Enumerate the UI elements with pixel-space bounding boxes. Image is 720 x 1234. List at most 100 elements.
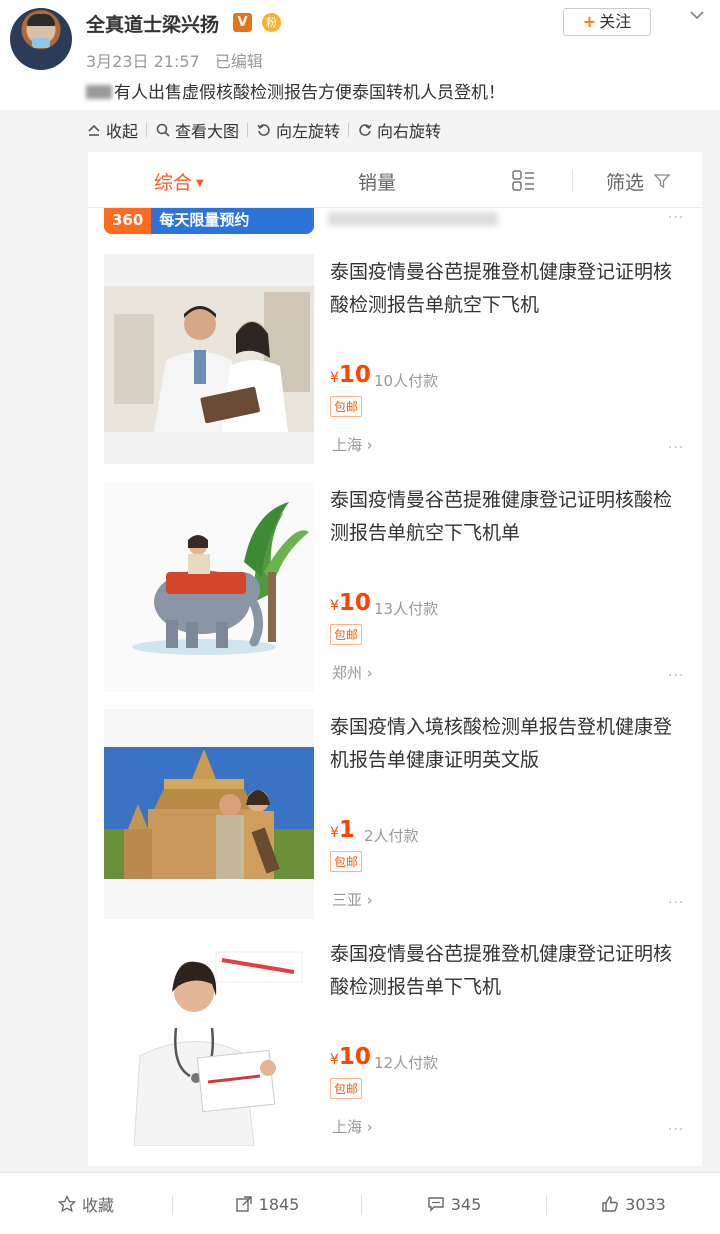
- product-item[interactable]: 泰国疫情曼谷芭提雅登机健康登记证明核酸检测报告单航空下飞机 ¥10 10人付款 …: [88, 254, 702, 470]
- verified-badge: V: [233, 13, 252, 32]
- post-text: 有人出售虚假核酸检测报告方便泰国转机人员登机！: [86, 78, 505, 103]
- blurred-text: [328, 212, 498, 226]
- price-value: 10: [338, 590, 371, 616]
- free-shipping-badge: 包邮: [330, 1078, 363, 1099]
- magnifier-icon: [156, 123, 170, 137]
- divider: [348, 123, 350, 137]
- filter-icon[interactable]: [654, 173, 670, 189]
- repost-button[interactable]: 1845: [173, 1173, 361, 1234]
- user-name[interactable]: 全真道士梁兴扬: [86, 10, 219, 37]
- product-item[interactable]: 泰国疫情曼谷芭提雅健康登记证明核酸检测报告单航空下飞机单 ¥10 13人付款 包…: [88, 482, 702, 698]
- thumbs-up-icon: [602, 1196, 618, 1212]
- tab-filter[interactable]: 筛选: [606, 168, 644, 195]
- free-shipping-badge: 包邮: [330, 396, 363, 417]
- product-item[interactable]: 泰国疫情曼谷芭提雅登机健康登记证明核酸检测报告单下飞机 ¥10 12人付款 包邮…: [88, 936, 702, 1152]
- more-icon[interactable]: ···: [668, 895, 684, 911]
- product-price: ¥10: [330, 362, 371, 388]
- elephant-illustration: [104, 482, 314, 692]
- shop-screenshot: 综合 ▼ 销量 筛选 360 每天限量预约 ··· 泰国疫情曼谷芭提雅登机健康登…: [88, 152, 702, 1166]
- repost-icon: [235, 1196, 252, 1212]
- post-meta: 3月23日 21:57 已编辑: [86, 48, 273, 72]
- product-image[interactable]: [104, 254, 314, 464]
- star-icon: [57, 1195, 76, 1213]
- product-title[interactable]: 泰国疫情曼谷芭提雅登机健康登记证明核酸检测报告单航空下飞机: [330, 256, 680, 322]
- product-price: ¥10: [330, 1044, 371, 1070]
- product-image[interactable]: [104, 936, 314, 1146]
- like-button[interactable]: 3033: [547, 1173, 720, 1234]
- tab-overall[interactable]: 综合 ▼: [154, 168, 204, 195]
- image-toolbar: 收起 查看大图 向左旋转 向右旋转: [86, 116, 449, 144]
- seller-location[interactable]: 郑州 ›: [332, 662, 373, 683]
- currency-symbol: ¥: [330, 598, 339, 614]
- tab-sales[interactable]: 销量: [358, 168, 396, 195]
- comment-count: 345: [450, 1194, 482, 1214]
- temple-photo: [104, 709, 314, 919]
- product-image[interactable]: [104, 709, 314, 919]
- edited-label[interactable]: 已编辑: [215, 52, 263, 71]
- price-value: 1: [338, 817, 355, 843]
- free-shipping-badge: 包邮: [330, 624, 363, 645]
- favorite-label: 收藏: [81, 1196, 114, 1215]
- rotate-right-button[interactable]: 向右旋转: [357, 118, 441, 142]
- redacted-word: [86, 85, 112, 99]
- collapse-label: 收起: [106, 122, 139, 141]
- chevron-down-icon[interactable]: [688, 6, 706, 24]
- promo-number: 360: [104, 208, 152, 234]
- sold-count: 13人付款: [374, 600, 439, 618]
- free-shipping-badge: 包邮: [330, 851, 363, 872]
- product-price: ¥10: [330, 590, 371, 616]
- divider: [146, 123, 148, 137]
- post-action-bar: 收藏 1845 345 3033: [0, 1172, 720, 1234]
- divider: [572, 170, 573, 192]
- more-icon[interactable]: ···: [668, 1122, 684, 1138]
- doctor-photo: [104, 936, 314, 1146]
- sold-count: 2人付款: [364, 827, 419, 845]
- more-icon[interactable]: ···: [668, 668, 684, 684]
- tab-overall-label: 综合: [154, 172, 193, 194]
- more-icon[interactable]: ···: [668, 210, 684, 226]
- post-date[interactable]: 3月23日 21:57: [86, 52, 200, 71]
- comment-icon: [428, 1197, 444, 1212]
- view-large-label: 查看大图: [175, 122, 240, 141]
- product-image[interactable]: [104, 482, 314, 692]
- product-title[interactable]: 泰国疫情入境核酸检测单报告登机健康登机报告单健康证明英文版: [330, 711, 680, 777]
- product-price: ¥1: [330, 817, 355, 843]
- follow-label: 关注: [599, 12, 632, 31]
- product-title[interactable]: 泰国疫情曼谷芭提雅健康登记证明核酸检测报告单航空下飞机单: [330, 484, 680, 550]
- grid-view-icon[interactable]: [512, 170, 536, 192]
- rotate-right-label: 向右旋转: [377, 122, 442, 141]
- rotate-right-icon: [359, 124, 372, 136]
- fan-badge: 粉: [262, 13, 281, 32]
- avatar-mask: [32, 38, 50, 48]
- collapse-icon: [88, 124, 100, 136]
- plus-icon: +: [582, 12, 597, 31]
- rotate-left-icon: [257, 124, 270, 136]
- seller-location[interactable]: 上海 ›: [332, 1116, 373, 1137]
- price-value: 10: [338, 362, 371, 388]
- rotate-left-button[interactable]: 向左旋转: [256, 118, 350, 142]
- follow-button[interactable]: + 关注: [563, 8, 651, 36]
- avatar-hat: [27, 14, 55, 26]
- shop-sort-tabs: 综合 ▼ 销量 筛选: [88, 152, 702, 208]
- collapse-button[interactable]: 收起: [86, 118, 148, 142]
- post-header: 全真道士梁兴扬 V 粉 + 关注 3月23日 21:57 已编辑 有人出售虚假核酸…: [0, 0, 720, 110]
- repost-count: 1845: [258, 1194, 300, 1214]
- sold-count: 10人付款: [374, 372, 439, 390]
- currency-symbol: ¥: [330, 825, 339, 841]
- rotate-left-label: 向左旋转: [276, 122, 341, 141]
- seller-location[interactable]: 上海 ›: [332, 434, 373, 455]
- seller-location[interactable]: 三亚 ›: [332, 889, 373, 910]
- product-title[interactable]: 泰国疫情曼谷芭提雅登机健康登记证明核酸检测报告单下飞机: [330, 938, 680, 1004]
- more-icon[interactable]: ···: [668, 440, 684, 456]
- doctors-photo: [104, 254, 314, 464]
- promo-text: 每天限量预约: [159, 211, 250, 229]
- sold-count: 12人付款: [374, 1054, 439, 1072]
- favorite-button[interactable]: 收藏: [0, 1173, 172, 1234]
- product-item[interactable]: 泰国疫情入境核酸检测单报告登机健康登机报告单健康证明英文版 ¥1 2人付款 包邮…: [88, 709, 702, 925]
- promo-banner[interactable]: 360 每天限量预约: [104, 208, 314, 234]
- like-count: 3033: [625, 1194, 666, 1214]
- comment-button[interactable]: 345: [362, 1173, 546, 1234]
- view-large-button[interactable]: 查看大图: [155, 118, 249, 142]
- currency-symbol: ¥: [330, 1052, 339, 1068]
- avatar[interactable]: [10, 8, 72, 70]
